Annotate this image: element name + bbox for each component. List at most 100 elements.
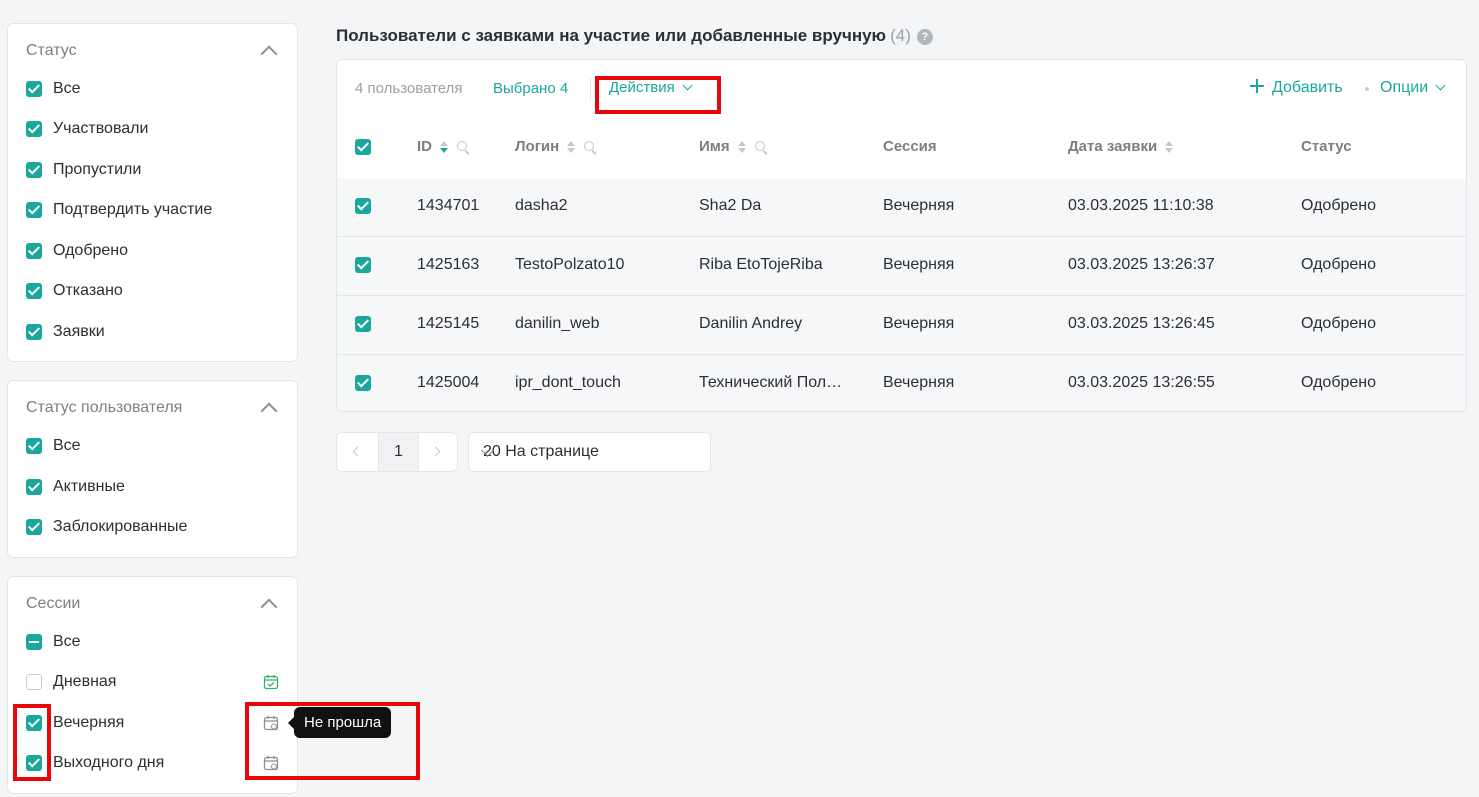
filter-option[interactable]: Одобрено	[26, 239, 128, 263]
checkbox-checked[interactable]	[26, 755, 42, 771]
checkbox-checked[interactable]	[26, 324, 42, 340]
filter-option[interactable]: Подтвердить участие	[26, 198, 212, 222]
filter-option-label: Заявки	[53, 323, 105, 340]
checkbox-checked[interactable]	[26, 81, 42, 97]
checkbox-checked[interactable]	[26, 202, 42, 218]
select-all-checkbox[interactable]	[355, 139, 371, 155]
table-row[interactable]: 1425145 danilin_web Danilin Andrey Вечер…	[337, 296, 1466, 355]
sort-icon[interactable]	[566, 140, 576, 154]
cell-id: 1425145	[417, 315, 480, 332]
column-header-label: Логин	[515, 138, 560, 155]
next-page-button[interactable]	[417, 433, 457, 471]
cell-login: ipr_dont_touch	[515, 374, 621, 391]
filter-option[interactable]: Все	[26, 630, 81, 654]
row-checkbox[interactable]	[355, 316, 371, 332]
cell-status: Одобрено	[1301, 315, 1377, 332]
chevron-up-icon[interactable]	[260, 45, 278, 63]
cell-session: Вечерняя	[883, 374, 955, 391]
row-checkbox[interactable]	[355, 257, 371, 273]
filter-option-label: Дневная	[53, 673, 117, 690]
options-dropdown[interactable]: Опции	[1380, 79, 1446, 97]
search-icon[interactable]	[456, 140, 470, 154]
column-header-label: Дата заявки	[1068, 138, 1158, 155]
add-label: Добавить	[1272, 79, 1343, 96]
sort-icon[interactable]	[439, 140, 449, 154]
toolbar-divider	[590, 78, 591, 100]
checkbox-checked[interactable]	[26, 243, 42, 259]
cell-session: Вечерняя	[883, 256, 955, 273]
cell-status: Одобрено	[1301, 197, 1377, 214]
cell-login: dasha2	[515, 197, 568, 214]
cell-id: 1434701	[417, 197, 480, 214]
selected-count-link[interactable]: Выбрано 4	[493, 80, 568, 97]
table-row[interactable]: 1425163 TestoPolzato10 Riba EtoTojeRiba …	[337, 237, 1466, 296]
filter-header-user-status[interactable]: Статус пользователя	[26, 399, 279, 420]
checkbox-unchecked[interactable]	[26, 674, 42, 690]
column-header-label: Имя	[699, 138, 730, 155]
checkbox-checked[interactable]	[26, 121, 42, 137]
chevron-up-icon[interactable]	[260, 402, 278, 420]
table-row[interactable]: 1434701 dasha2 Sha2 Da Вечерняя 03.03.20…	[337, 178, 1466, 237]
checkbox-indeterminate[interactable]	[26, 634, 42, 650]
per-page-select[interactable]: 20 На странице	[468, 432, 711, 472]
filter-option[interactable]: Отказано	[26, 279, 123, 303]
column-header-date[interactable]: Дата заявки	[1068, 138, 1174, 155]
calendar-check-icon[interactable]	[263, 674, 279, 690]
options-label: Опции	[1380, 79, 1429, 96]
column-header-login[interactable]: Логин	[515, 138, 597, 155]
calendar-clock-icon[interactable]	[263, 715, 279, 731]
checkbox-checked[interactable]	[26, 283, 42, 299]
user-count-badge: (4)	[890, 26, 911, 45]
search-icon[interactable]	[754, 140, 768, 154]
filter-option[interactable]: Активные	[26, 475, 125, 499]
search-icon[interactable]	[583, 140, 597, 154]
row-checkbox[interactable]	[355, 375, 371, 391]
checkbox-checked[interactable]	[26, 162, 42, 178]
table-row[interactable]: 1425004 ipr_dont_touch Технический Польз…	[337, 355, 1466, 411]
filter-option-label: Выходного дня	[53, 754, 165, 771]
actions-dropdown[interactable]: Действия	[609, 79, 693, 96]
checkbox-checked[interactable]	[26, 438, 42, 454]
column-header-id[interactable]: ID	[417, 138, 470, 155]
filter-title: Сессии	[26, 595, 81, 612]
column-header-label: ID	[417, 138, 432, 155]
filter-option-label: Заблокированные	[53, 518, 188, 535]
filter-option-label: Отказано	[53, 282, 123, 299]
filter-option-label: Все	[53, 437, 81, 454]
chevron-down-icon	[682, 80, 693, 91]
filter-title: Статус	[26, 42, 77, 59]
prev-page-button[interactable]	[337, 433, 377, 471]
sort-icon[interactable]	[1164, 140, 1174, 154]
toolbar-dot-divider	[1365, 87, 1369, 91]
cell-name: Sha2 Da	[699, 197, 762, 214]
filter-option[interactable]: Дневная	[26, 670, 116, 694]
cell-session: Вечерняя	[883, 315, 955, 332]
filter-header-status[interactable]: Статус	[26, 42, 279, 63]
filter-option[interactable]: Вечерняя	[26, 711, 124, 735]
filter-option[interactable]: Заблокированные	[26, 515, 187, 539]
filter-option[interactable]: Пропустили	[26, 158, 141, 182]
filter-option[interactable]: Участвовали	[26, 117, 148, 141]
help-icon[interactable]: ?	[916, 29, 933, 45]
filter-option[interactable]: Заявки	[26, 320, 105, 344]
add-user-button[interactable]: Добавить	[1250, 79, 1343, 97]
filter-option[interactable]: Выходного дня	[26, 751, 164, 775]
per-page-value: 20 На странице	[483, 443, 599, 460]
checkbox-checked[interactable]	[26, 715, 42, 731]
checkbox-checked[interactable]	[26, 519, 42, 535]
sort-icon[interactable]	[737, 140, 747, 154]
page-number-button[interactable]: 1	[378, 433, 419, 471]
filter-option[interactable]: Все	[26, 434, 81, 458]
cell-login: danilin_web	[515, 315, 600, 332]
filter-option-label: Пропустили	[53, 161, 142, 178]
chevron-up-icon[interactable]	[260, 598, 278, 616]
checkbox-checked[interactable]	[26, 479, 42, 495]
row-checkbox[interactable]	[355, 198, 371, 214]
column-header-name[interactable]: Имя	[699, 138, 768, 155]
users-count-text: 4 пользователя	[355, 80, 463, 97]
calendar-clock-icon[interactable]	[263, 755, 279, 771]
filter-option[interactable]: Все	[26, 77, 81, 101]
filter-header-sessions[interactable]: Сессии	[26, 595, 279, 616]
filter-option-label: Все	[53, 80, 81, 97]
chevron-down-icon	[1435, 80, 1446, 91]
